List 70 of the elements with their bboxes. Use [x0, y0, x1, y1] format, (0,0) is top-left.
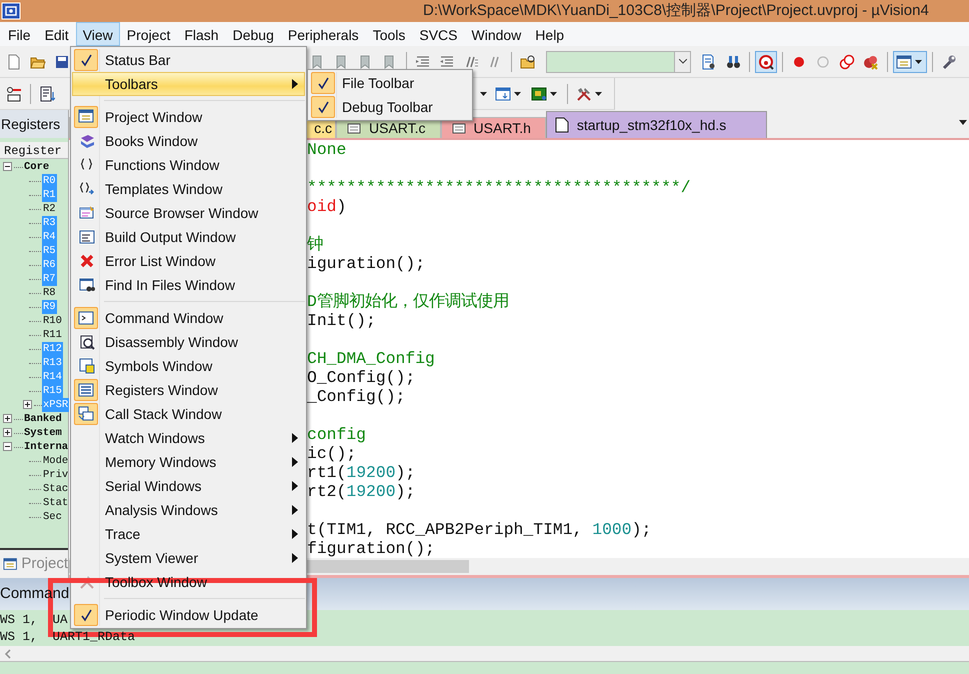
code-line: CH_DMA_Config [307, 348, 435, 368]
panel-title: Registers [0, 110, 69, 138]
menu-item[interactable]: Toolbars [72, 72, 305, 96]
code-line: 钟 [307, 234, 323, 254]
menu-item[interactable]: Command Window [72, 306, 305, 330]
menu-item[interactable]: SVCS [412, 22, 464, 46]
menu-item[interactable]: Serial Windows [72, 474, 305, 498]
tree-item[interactable]: Mode [42, 454, 70, 468]
tree-item[interactable]: R2 [42, 202, 57, 216]
code-line: O_Config(); [307, 368, 416, 387]
tree-item[interactable]: Priv [42, 468, 70, 482]
menu-item[interactable]: Functions Window [72, 153, 305, 177]
code-line: rt1(19200); [307, 463, 416, 482]
code-line: _Config(); [307, 387, 406, 406]
window-title: D:\WorkSpace\MDK\YuanDi_103C8\控制器\Project\Project.uvproj - µVision4 [423, 0, 929, 21]
menu-item[interactable]: Help [528, 22, 572, 46]
code-line: oid) [307, 197, 346, 216]
tree-item[interactable]: Banked [23, 412, 63, 426]
tree-item[interactable]: Stac [42, 482, 70, 496]
code-line: t(TIM1, RCC_APB2Periph_TIM1, 1000); [307, 519, 652, 539]
menu-item[interactable]: Trace [72, 522, 305, 546]
code-line: figuration(); [307, 539, 435, 558]
menu-item[interactable]: Debug Toolbar [309, 95, 471, 119]
code-line: None [307, 140, 346, 159]
menu-item[interactable]: Error List Window [72, 249, 305, 273]
menu-item[interactable]: Debug [226, 22, 281, 46]
menu-item[interactable]: Memory Windows [72, 450, 305, 474]
tree-item[interactable]: R11 [42, 328, 63, 342]
menu-item[interactable]: Window [464, 22, 528, 46]
menu-item[interactable]: Watch Windows [72, 426, 305, 450]
menu-item[interactable]: Edit [38, 22, 76, 46]
tree-item[interactable]: R8 [42, 286, 57, 300]
menu-item[interactable]: Flash [177, 22, 226, 46]
menu-item[interactable]: Templates Window [72, 177, 305, 201]
menu-item[interactable]: Build Output Window [72, 225, 305, 249]
menu-item[interactable]: Project [120, 22, 178, 46]
code-line: rt2(19200); [307, 482, 416, 501]
code-line: config [307, 424, 366, 444]
editor-tab[interactable]: USART.h [440, 117, 546, 138]
menu-item[interactable]: Project Window [72, 105, 305, 129]
tree-item[interactable]: Sec [42, 510, 63, 524]
tree-item[interactable]: System [23, 426, 63, 440]
menu-item[interactable]: Periodic Window Update [72, 603, 305, 627]
menu-item[interactable]: Books Window [72, 129, 305, 153]
menu-item[interactable]: Peripherals [280, 22, 366, 46]
menu-item[interactable]: Disassembly Window [72, 330, 305, 354]
code-line: Init(); [307, 311, 376, 330]
code-line: D管脚初始化，仅作调试使用 [307, 291, 509, 311]
code-line: ic(); [307, 444, 356, 463]
menu-item[interactable]: Find In Files Window [72, 273, 305, 297]
code-line: **************************************/ [307, 177, 691, 197]
menu-item[interactable]: File [1, 22, 38, 46]
editor-tab[interactable]: startup_stm32f10x_hd.s [546, 111, 768, 138]
tree-item[interactable]: Core [23, 160, 50, 174]
column-header: Register [0, 142, 68, 159]
menu-item[interactable]: Registers Window [72, 378, 305, 402]
menu-item[interactable]: System Viewer [72, 546, 305, 570]
tree-item[interactable]: R10 [42, 314, 63, 328]
menu-item[interactable]: Source Browser Window [72, 201, 305, 225]
menu-item[interactable]: File Toolbar [309, 71, 471, 95]
menu-item[interactable]: View [76, 22, 120, 46]
menu-item[interactable]: Status Bar [72, 48, 305, 72]
tree-item[interactable]: Interna [23, 440, 70, 454]
tree-item[interactable]: Stat [42, 496, 70, 510]
menu-item[interactable]: Tools [366, 22, 412, 46]
code-line: iguration(); [307, 254, 426, 273]
menu-item[interactable]: Analysis Windows [72, 498, 305, 522]
menu-item[interactable]: Call Stack Window [72, 402, 305, 426]
menu-item[interactable]: Symbols Window [72, 354, 305, 378]
output-line: WS 1, UA [0, 612, 68, 629]
